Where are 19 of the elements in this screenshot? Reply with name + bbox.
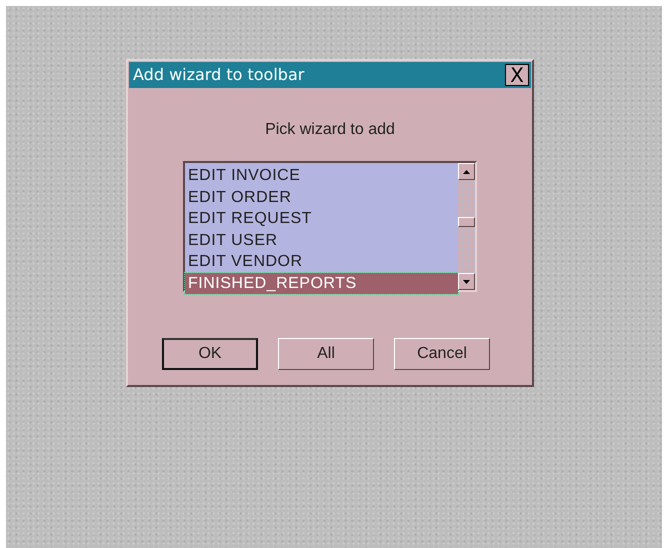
list-item[interactable]: EDIT ORDER: [185, 186, 458, 208]
list-item[interactable]: EDIT USER: [185, 230, 458, 251]
up-arrow-icon: [463, 170, 470, 174]
dialog-button[interactable]: All: [278, 338, 374, 370]
scroll-down-button[interactable]: [458, 273, 475, 290]
list-item[interactable]: EDIT REQUEST: [185, 208, 458, 230]
list-item[interactable]: EDIT VENDOR: [185, 251, 458, 272]
list-item[interactable]: FINISHED_REPORTS: [185, 272, 458, 294]
scrollbar[interactable]: [458, 163, 475, 290]
scroll-up-button[interactable]: [458, 163, 475, 180]
dialog-button[interactable]: OK: [162, 338, 258, 370]
down-arrow-icon: [463, 280, 470, 284]
prompt-label: Pick wizard to add: [264, 120, 396, 140]
wizard-list[interactable]: EDIT INVOICE EDIT ORDER EDIT REQUEST EDIT USER EDIT VENDOR FINISHED_REPORTS: [183, 161, 477, 292]
dialog-button[interactable]: Cancel: [394, 338, 490, 370]
list-item[interactable]: EDIT INVOICE: [185, 165, 458, 186]
window-title: Add wizard to toolbar: [133, 64, 304, 86]
close-button[interactable]: X: [505, 64, 529, 86]
scroll-thumb[interactable]: [458, 217, 475, 227]
